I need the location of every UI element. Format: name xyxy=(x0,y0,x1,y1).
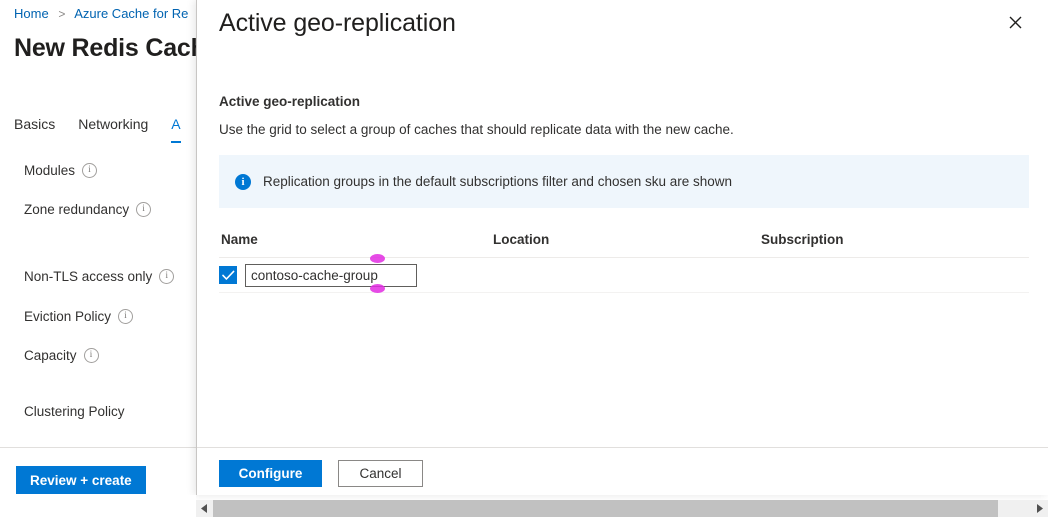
table-row[interactable] xyxy=(219,258,1029,293)
form-label-modules: Modules xyxy=(24,161,98,180)
cell-location xyxy=(491,258,759,292)
breadcrumb-item-azure-cache-for-redis[interactable]: Azure Cache for Re xyxy=(74,6,188,21)
tab-basics[interactable]: Basics xyxy=(14,114,55,143)
info-icon xyxy=(235,173,251,190)
info-icon[interactable] xyxy=(136,201,152,217)
tab-advanced[interactable]: A xyxy=(171,114,181,143)
close-icon[interactable] xyxy=(1001,8,1029,36)
tabstrip: Basics Networking A xyxy=(14,114,204,150)
dialog-footer: Configure Cancel xyxy=(219,460,423,487)
column-header-subscription[interactable]: Subscription xyxy=(759,230,1029,249)
info-icon[interactable] xyxy=(118,308,134,324)
column-header-location[interactable]: Location xyxy=(491,230,759,249)
dialog-title: Active geo-replication xyxy=(219,9,456,37)
horizontal-scrollbar[interactable] xyxy=(196,500,1048,517)
review-create-button[interactable]: Review + create xyxy=(16,466,146,494)
form-label-capacity-text: Capacity xyxy=(24,348,77,363)
cancel-button[interactable]: Cancel xyxy=(338,460,423,487)
section-heading: Active geo-replication xyxy=(219,94,361,109)
tab-networking[interactable]: Networking xyxy=(78,114,148,143)
replication-group-name-input[interactable] xyxy=(245,263,417,287)
breadcrumb-item-home[interactable]: Home xyxy=(14,6,49,21)
dialog-footer-divider xyxy=(197,447,1048,448)
info-banner: Replication groups in the default subscr… xyxy=(219,155,1029,208)
page-title: New Redis Cache xyxy=(14,34,220,62)
active-geo-replication-dialog: Active geo-replication Active geo-replic… xyxy=(196,0,1048,495)
replication-groups-grid: Name Location Subscription xyxy=(219,230,1029,293)
info-icon[interactable] xyxy=(159,268,175,284)
breadcrumb: Home > Azure Cache for Re xyxy=(14,4,188,24)
grid-header-row: Name Location Subscription xyxy=(219,230,1029,258)
cell-subscription xyxy=(759,258,1029,292)
blade-bottom-strip xyxy=(0,495,196,517)
blade-footer-divider xyxy=(0,447,196,448)
configure-button[interactable]: Configure xyxy=(219,460,322,487)
breadcrumb-separator: > xyxy=(58,7,66,21)
form-label-clustering-policy: Clustering Policy xyxy=(24,402,125,421)
info-icon[interactable] xyxy=(82,162,98,178)
column-header-name[interactable]: Name xyxy=(219,230,491,249)
form-label-eviction-policy: Eviction Policy xyxy=(24,307,134,326)
section-description: Use the grid to select a group of caches… xyxy=(219,122,734,137)
form-label-clustering-policy-text: Clustering Policy xyxy=(24,404,125,419)
form-label-zone-redundancy: Zone redundancy xyxy=(24,200,152,219)
info-banner-text: Replication groups in the default subscr… xyxy=(263,174,733,189)
scroll-left-arrow-icon[interactable] xyxy=(196,500,213,517)
scrollbar-track[interactable] xyxy=(213,500,1031,517)
form-label-non-tls-access-only-text: Non-TLS access only xyxy=(24,269,153,284)
form-label-zone-redundancy-text: Zone redundancy xyxy=(24,202,130,217)
row-checkbox[interactable] xyxy=(219,266,237,284)
cell-name xyxy=(219,258,491,292)
info-icon[interactable] xyxy=(83,347,99,363)
form-label-capacity: Capacity xyxy=(24,346,99,365)
scrollbar-thumb[interactable] xyxy=(213,500,998,517)
form-label-non-tls-access-only: Non-TLS access only xyxy=(24,267,175,286)
form-label-eviction-policy-text: Eviction Policy xyxy=(24,309,112,324)
scroll-right-arrow-icon[interactable] xyxy=(1031,500,1048,517)
form-label-modules-text: Modules xyxy=(24,163,76,178)
